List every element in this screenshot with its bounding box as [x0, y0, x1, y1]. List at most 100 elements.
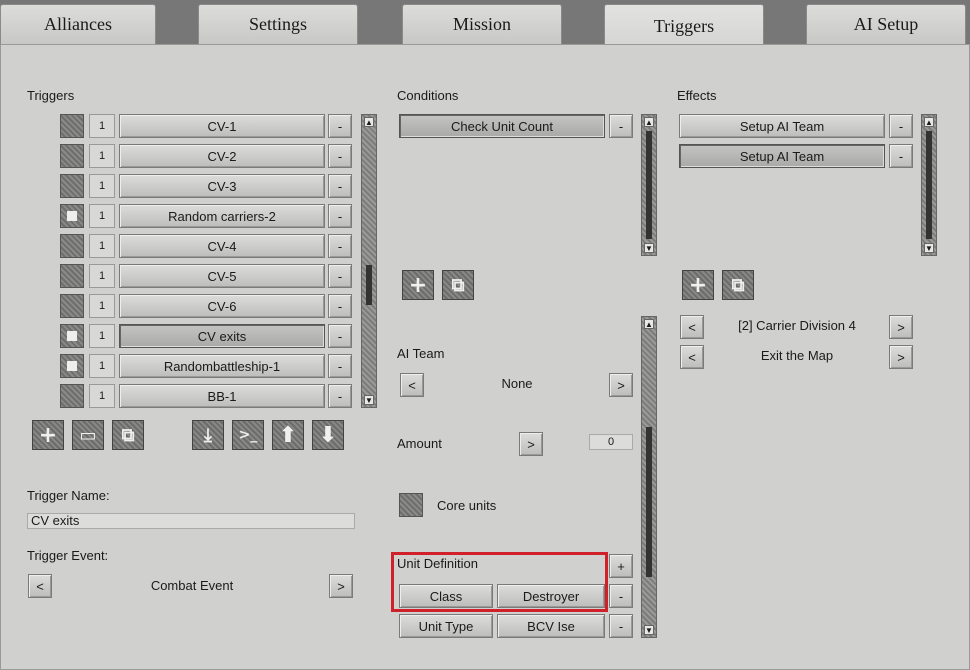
trigger-remove-button[interactable]: -	[328, 114, 352, 138]
trigger-event-prev-button[interactable]: <	[28, 574, 52, 598]
trigger-item[interactable]: CV-6	[119, 294, 325, 318]
scroll-down-icon[interactable]: ▼	[924, 243, 934, 253]
add-condition-button[interactable]: +	[402, 270, 434, 300]
copy-trigger-icon[interactable]: ⧉	[112, 420, 144, 450]
folder-icon[interactable]: ▭	[72, 420, 104, 450]
copy-condition-icon[interactable]: ⧉	[442, 270, 474, 300]
trigger-priority: 1	[89, 234, 115, 258]
scroll-thumb[interactable]	[646, 427, 652, 577]
effect-param1-next-button[interactable]: >	[889, 315, 913, 339]
scroll-down-icon[interactable]: ▼	[644, 243, 654, 253]
scroll-up-icon[interactable]: ▲	[364, 117, 374, 127]
conditions-title: Conditions	[397, 88, 459, 103]
tab-settings[interactable]: Settings	[198, 4, 358, 44]
effect-remove-button[interactable]: -	[889, 144, 913, 168]
trigger-item[interactable]: CV-5	[119, 264, 325, 288]
trigger-enabled-checkbox[interactable]	[60, 264, 84, 288]
scroll-up-icon[interactable]: ▲	[644, 117, 654, 127]
trigger-enabled-checkbox[interactable]	[60, 324, 84, 348]
tab-ai-setup[interactable]: AI Setup	[806, 4, 966, 44]
trigger-item[interactable]: CV-4	[119, 234, 325, 258]
add-effect-button[interactable]: +	[682, 270, 714, 300]
scroll-thumb[interactable]	[366, 265, 372, 305]
trigger-item[interactable]: Random carriers-2	[119, 204, 325, 228]
trigger-enabled-checkbox[interactable]	[60, 294, 84, 318]
trigger-remove-button[interactable]: -	[328, 174, 352, 198]
scroll-thumb[interactable]	[926, 131, 932, 239]
trigger-item[interactable]: CV-3	[119, 174, 325, 198]
trigger-item[interactable]: CV-1	[119, 114, 325, 138]
effect-item[interactable]: Setup AI Team	[679, 114, 885, 138]
ai-team-value: None	[501, 376, 533, 391]
trigger-event-value: Combat Event	[150, 578, 234, 593]
trigger-event-next-button[interactable]: >	[329, 574, 353, 598]
scroll-up-icon[interactable]: ▲	[644, 319, 654, 329]
add-trigger-button[interactable]: +	[32, 420, 64, 450]
trigger-remove-button[interactable]: -	[328, 204, 352, 228]
tab-alliances[interactable]: Alliances	[0, 4, 156, 44]
effect-remove-button[interactable]: -	[889, 114, 913, 138]
copy-effect-icon[interactable]: ⧉	[722, 270, 754, 300]
amount-increase-button[interactable]: >	[519, 432, 543, 456]
import-icon[interactable]: ⤓	[192, 420, 224, 450]
tab-triggers[interactable]: Triggers	[604, 4, 764, 48]
trigger-priority: 1	[89, 204, 115, 228]
ai-team-next-button[interactable]: >	[609, 373, 633, 397]
trigger-remove-button[interactable]: -	[328, 234, 352, 258]
trigger-enabled-checkbox[interactable]	[60, 234, 84, 258]
effects-title: Effects	[677, 88, 717, 103]
unit-definition-value[interactable]: BCV Ise	[497, 614, 605, 638]
effects-scrollbar[interactable]: ▲ ▼	[921, 114, 937, 256]
effect-item-selected[interactable]: Setup AI Team	[679, 144, 885, 168]
effect-param1-value: [2] Carrier Division 4	[738, 318, 856, 333]
trigger-name-input[interactable]: CV exits	[27, 513, 355, 529]
trigger-priority: 1	[89, 174, 115, 198]
scroll-down-icon[interactable]: ▼	[364, 395, 374, 405]
trigger-priority: 1	[89, 354, 115, 378]
move-down-icon[interactable]: ⬇	[312, 420, 344, 450]
effect-param1-prev-button[interactable]: <	[680, 315, 704, 339]
trigger-name-label: Trigger Name:	[27, 488, 110, 503]
amount-input[interactable]: 0	[589, 434, 633, 450]
trigger-enabled-checkbox[interactable]	[60, 174, 84, 198]
effect-param2-next-button[interactable]: >	[889, 345, 913, 369]
trigger-enabled-checkbox[interactable]	[60, 144, 84, 168]
triggers-title: Triggers	[27, 88, 75, 103]
core-units-label: Core units	[437, 498, 497, 513]
trigger-remove-button[interactable]: -	[328, 324, 352, 348]
trigger-enabled-checkbox[interactable]	[60, 204, 84, 228]
trigger-enabled-checkbox[interactable]	[60, 384, 84, 408]
trigger-remove-button[interactable]: -	[328, 144, 352, 168]
conditions-scrollbar[interactable]: ▲ ▼	[641, 114, 657, 256]
console-icon[interactable]: >_	[232, 420, 264, 450]
unit-definition-remove-button[interactable]: -	[609, 584, 633, 608]
add-unit-definition-button[interactable]: +	[609, 554, 633, 578]
core-units-checkbox[interactable]	[399, 493, 423, 517]
condition-remove-button[interactable]: -	[609, 114, 633, 138]
ai-team-prev-button[interactable]: <	[400, 373, 424, 397]
trigger-list-scrollbar[interactable]: ▲ ▼	[361, 114, 377, 408]
scroll-up-icon[interactable]: ▲	[924, 117, 934, 127]
highlight-box	[391, 552, 608, 612]
effect-param2-prev-button[interactable]: <	[680, 345, 704, 369]
move-up-icon[interactable]: ⬆	[272, 420, 304, 450]
trigger-priority: 1	[89, 264, 115, 288]
unit-definition-remove-button[interactable]: -	[609, 614, 633, 638]
trigger-remove-button[interactable]: -	[328, 384, 352, 408]
trigger-item-selected[interactable]: CV exits	[119, 324, 325, 348]
trigger-item[interactable]: CV-2	[119, 144, 325, 168]
scroll-down-icon[interactable]: ▼	[644, 625, 654, 635]
trigger-item[interactable]: Randombattleship-1	[119, 354, 325, 378]
tab-bar: Alliances Settings Mission Triggers AI S…	[0, 0, 970, 48]
trigger-item[interactable]: BB-1	[119, 384, 325, 408]
tab-mission[interactable]: Mission	[402, 4, 562, 44]
trigger-remove-button[interactable]: -	[328, 264, 352, 288]
condition-item[interactable]: Check Unit Count	[399, 114, 605, 138]
trigger-remove-button[interactable]: -	[328, 354, 352, 378]
trigger-enabled-checkbox[interactable]	[60, 354, 84, 378]
scroll-thumb[interactable]	[646, 131, 652, 239]
unit-definition-key[interactable]: Unit Type	[399, 614, 493, 638]
condition-params-scrollbar[interactable]: ▲ ▼	[641, 316, 657, 638]
trigger-remove-button[interactable]: -	[328, 294, 352, 318]
trigger-enabled-checkbox[interactable]	[60, 114, 84, 138]
